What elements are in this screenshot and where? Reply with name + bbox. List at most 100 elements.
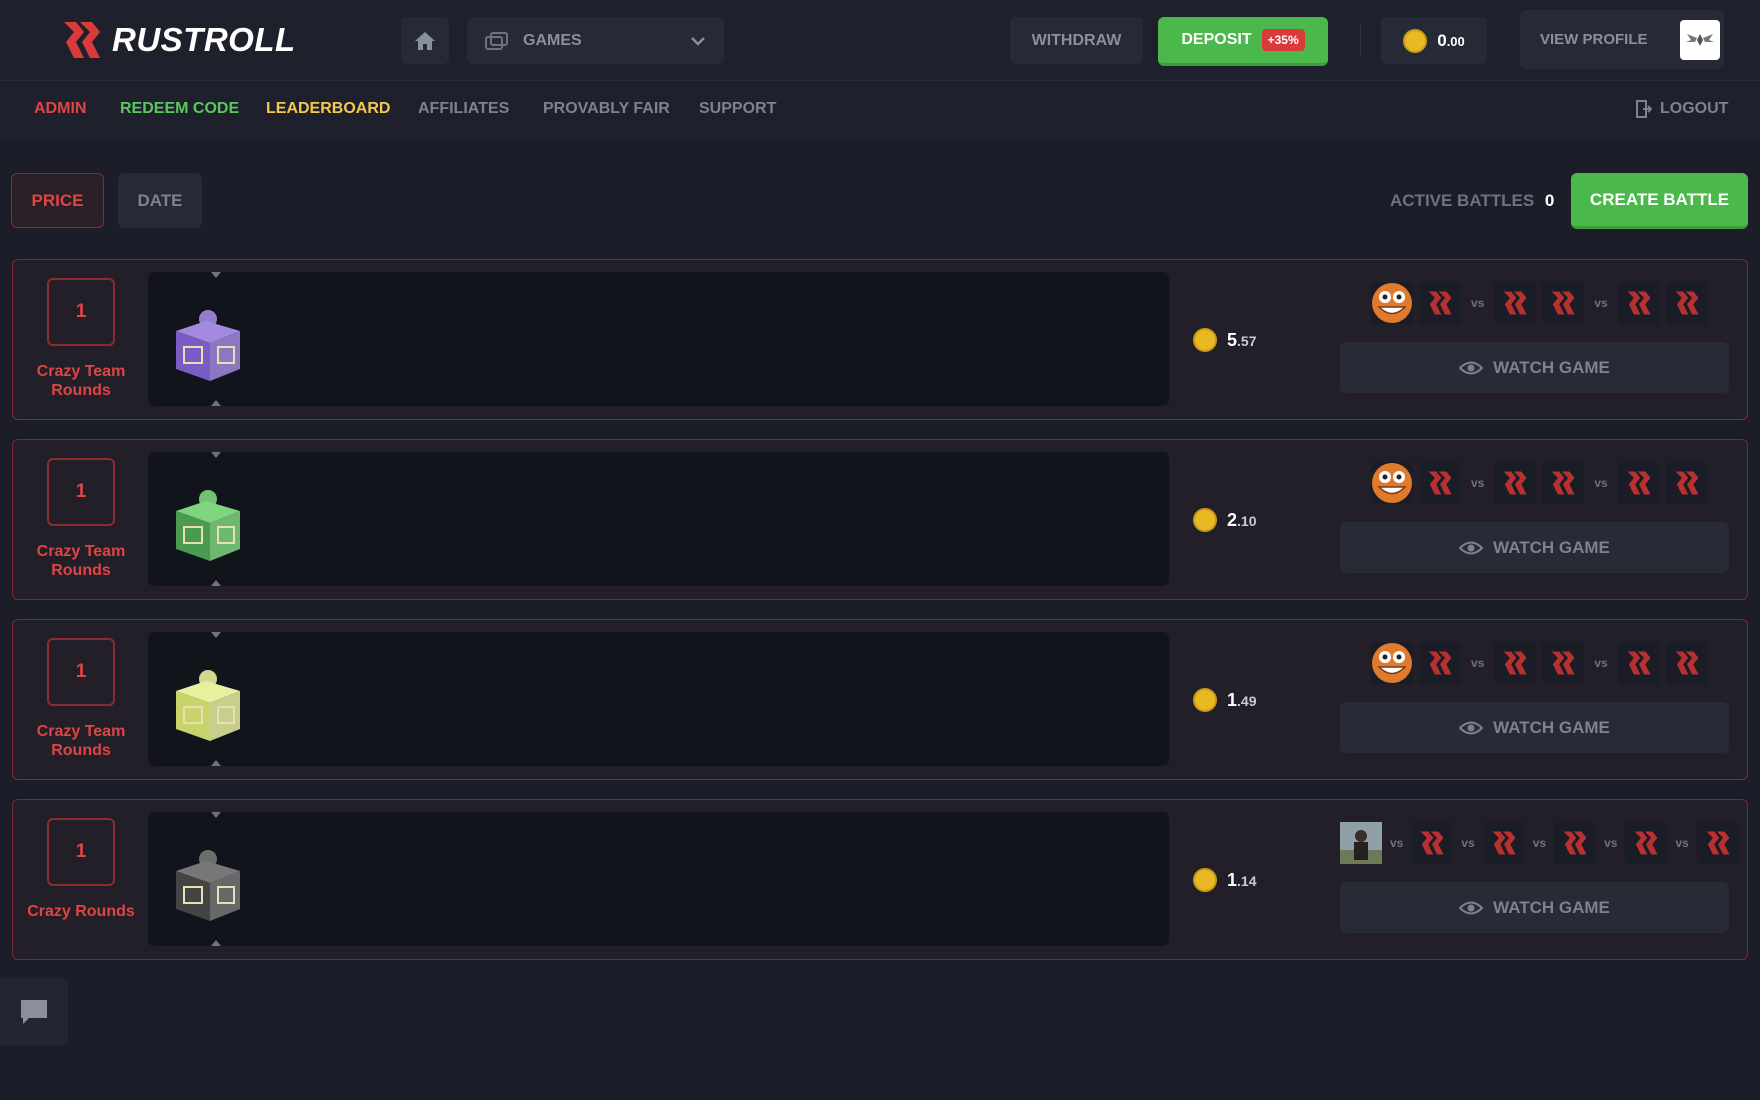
player-avatar: [1371, 642, 1413, 684]
eye-icon: [1459, 541, 1484, 554]
vs-label: vs: [1471, 656, 1485, 670]
chat-button[interactable]: [0, 978, 68, 1045]
sort-date-button[interactable]: DATE: [118, 173, 202, 228]
round-count: 1: [47, 458, 115, 526]
battle-row[interactable]: 1 Crazy Team Rounds 2.10 vs vs WATCH GAME: [12, 439, 1748, 600]
empty-slot-icon[interactable]: [1665, 642, 1708, 684]
games-dropdown[interactable]: GAMES: [467, 17, 724, 64]
balance-value: 0.00: [1437, 30, 1465, 50]
vs-label: vs: [1675, 836, 1689, 850]
battle-mode: Crazy Team Rounds: [36, 723, 126, 759]
vs-label: vs: [1594, 296, 1608, 310]
empty-slot-icon[interactable]: [1617, 642, 1660, 684]
view-profile-label: VIEW PROFILE: [1540, 31, 1648, 48]
empty-slot-icon[interactable]: [1419, 462, 1461, 504]
pointer-top-icon: [211, 632, 221, 638]
round-count: 1: [47, 278, 115, 346]
view-profile-button[interactable]: VIEW PROFILE: [1520, 10, 1724, 69]
empty-slot-icon[interactable]: [1696, 822, 1739, 864]
case-icon: [170, 839, 246, 930]
eye-icon: [1459, 361, 1484, 374]
coin-icon: [1193, 688, 1217, 712]
pointer-top-icon: [211, 452, 221, 458]
coin-icon: [1193, 328, 1217, 352]
chat-icon: [21, 999, 47, 1024]
vs-label: vs: [1471, 296, 1485, 310]
empty-slot-icon[interactable]: [1482, 822, 1525, 864]
empty-slot-icon[interactable]: [1617, 462, 1660, 504]
logout-label: LOGOUT: [1660, 100, 1729, 117]
battle-row[interactable]: 1 Crazy Rounds 1.14 vs vs vs vs vs WATCH GAME: [12, 799, 1748, 960]
coin-icon: [1193, 868, 1217, 892]
watch-game-label: WATCH GAME: [1493, 537, 1610, 557]
eye-icon: [1459, 721, 1484, 734]
deposit-button[interactable]: DEPOSIT +35%: [1158, 17, 1328, 66]
battle-mode: Crazy Team Rounds: [36, 543, 126, 579]
nav-support[interactable]: SUPPORT: [699, 100, 776, 118]
divider: [1360, 24, 1361, 56]
battle-mode: Crazy Team Rounds: [36, 363, 126, 399]
watch-game-button[interactable]: WATCH GAME: [1340, 882, 1729, 933]
nav-admin[interactable]: ADMIN: [34, 100, 86, 118]
deposit-bonus-badge: +35%: [1261, 29, 1305, 51]
sort-price-button[interactable]: PRICE: [11, 173, 104, 228]
watch-game-label: WATCH GAME: [1493, 717, 1610, 737]
watch-game-label: WATCH GAME: [1493, 897, 1610, 917]
empty-slot-icon[interactable]: [1542, 462, 1585, 504]
vs-label: vs: [1594, 476, 1608, 490]
empty-slot-icon[interactable]: [1411, 822, 1454, 864]
empty-slot-icon[interactable]: [1542, 282, 1585, 324]
empty-slot-icon[interactable]: [1554, 822, 1597, 864]
vs-label: vs: [1532, 836, 1547, 850]
games-icon: [485, 31, 508, 50]
coin-icon: [1403, 28, 1428, 53]
empty-slot-icon[interactable]: [1542, 642, 1585, 684]
vs-label: vs: [1471, 476, 1485, 490]
empty-slot-icon[interactable]: [1665, 462, 1708, 504]
logout-button[interactable]: LOGOUT: [1636, 100, 1728, 118]
nav-affiliates[interactable]: AFFILIATES: [418, 100, 509, 118]
home-icon: [415, 31, 435, 50]
empty-slot-icon[interactable]: [1494, 282, 1537, 324]
watch-game-button[interactable]: WATCH GAME: [1340, 342, 1729, 393]
empty-slot-icon[interactable]: [1625, 822, 1668, 864]
empty-slot-icon[interactable]: [1665, 282, 1708, 324]
round-count: 1: [47, 818, 115, 886]
battle-row[interactable]: 1 Crazy Team Rounds 5.57 vs vs WATCH GAME: [12, 259, 1748, 420]
logo[interactable]: RUSTROLL: [62, 18, 296, 62]
round-count: 1: [47, 638, 115, 706]
nav-redeem-code[interactable]: REDEEM CODE: [120, 100, 239, 118]
watch-game-button[interactable]: WATCH GAME: [1340, 522, 1729, 573]
case-strip: [148, 632, 1169, 766]
coin-icon: [1193, 508, 1217, 532]
eye-icon: [1459, 901, 1484, 914]
battle-players: vs vs: [1371, 642, 1708, 684]
winged-logo-icon: [1686, 33, 1714, 46]
case-strip: [148, 272, 1169, 406]
empty-slot-icon[interactable]: [1494, 642, 1537, 684]
nav-leaderboard[interactable]: LEADERBOARD: [266, 100, 390, 118]
nav-provably-fair[interactable]: PROVABLY FAIR: [543, 100, 670, 118]
withdraw-button[interactable]: WITHDRAW: [1010, 17, 1143, 64]
price-value: 2.10: [1227, 509, 1257, 530]
empty-slot-icon[interactable]: [1419, 282, 1461, 324]
empty-slot-icon[interactable]: [1617, 282, 1660, 324]
battle-row[interactable]: 1 Crazy Team Rounds 1.49 vs vs WATCH GAME: [12, 619, 1748, 780]
pointer-bottom-icon: [211, 940, 221, 946]
battle-price: 5.57: [1193, 328, 1256, 352]
watch-game-button[interactable]: WATCH GAME: [1340, 702, 1729, 753]
vs-label: vs: [1390, 836, 1404, 850]
pointer-bottom-icon: [211, 580, 221, 586]
case-strip: [148, 452, 1169, 586]
empty-slot-icon[interactable]: [1494, 462, 1537, 504]
logout-icon: [1636, 100, 1652, 118]
watch-game-label: WATCH GAME: [1493, 357, 1610, 377]
games-label: GAMES: [523, 31, 582, 49]
battle-players: vs vs: [1371, 462, 1708, 504]
create-battle-button[interactable]: CREATE BATTLE: [1571, 173, 1748, 229]
price-value: 1.14: [1227, 869, 1257, 890]
case-icon: [170, 299, 246, 390]
battle-price: 2.10: [1193, 508, 1256, 532]
home-button[interactable]: [401, 17, 449, 64]
empty-slot-icon[interactable]: [1419, 642, 1461, 684]
